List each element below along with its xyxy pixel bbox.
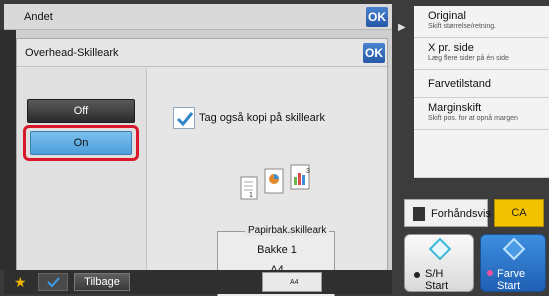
settings-menu: Original Skift størrelse/retning. X pr. … (414, 6, 549, 178)
menu-item-color-mode[interactable]: Farvetilstand (414, 70, 549, 98)
preview-button[interactable]: Forhåndsvis (404, 199, 491, 227)
color-start-button[interactable]: Farve Start (480, 234, 546, 292)
dialog-title: Overhead-Skilleark (25, 47, 119, 59)
backdrop-strip (0, 30, 16, 270)
check-icon (47, 277, 60, 288)
menu-item-margin-shift[interactable]: Marginskift Skift pos. for at opnå marge… (414, 98, 549, 130)
menu-item-title: X pr. side (428, 42, 474, 54)
color-dot-icon (487, 270, 493, 276)
star-icon[interactable]: ★ (14, 274, 27, 291)
paper-size-mini: A4 (290, 279, 299, 286)
bw-start-line2: Start (425, 280, 449, 292)
other-window-titlebar: Andet (4, 4, 392, 30)
check-button[interactable] (38, 273, 68, 291)
color-start-line1: Farve (497, 268, 526, 280)
menu-item-subtitle: Skift størrelse/retning. (428, 23, 497, 30)
bw-start-line1: S/H (425, 268, 444, 280)
copy-on-separator-checkbox[interactable] (173, 107, 195, 129)
other-window-title: Andet (24, 11, 53, 23)
dialog-titlebar: Overhead-Skilleark (17, 39, 387, 67)
clear-all-button[interactable]: CA (494, 199, 544, 227)
start-diamond-icon (502, 237, 526, 261)
bw-start-button[interactable]: S/H Start (404, 234, 474, 292)
menu-empty-area (414, 130, 549, 178)
menu-item-subtitle: Læg flere sider på én side (428, 55, 509, 62)
back-button[interactable]: Tilbage (74, 273, 130, 291)
on-button[interactable]: On (30, 131, 132, 155)
menu-item-subtitle: Skift pos. for at opnå margen (428, 115, 518, 122)
menu-item-original[interactable]: Original Skift størrelse/retning. (414, 6, 549, 38)
overhead-separator-dialog: Overhead-Skilleark OK Off On Tag også ko… (16, 38, 388, 296)
bw-dot-icon (414, 272, 420, 278)
svg-text:3: 3 (306, 168, 310, 175)
other-ok-button[interactable]: OK (366, 7, 388, 27)
menu-item-n-up[interactable]: X pr. side Læg flere sider på én side (414, 38, 549, 70)
menu-item-title: Marginskift (428, 102, 482, 114)
copy-on-separator-label: Tag også kopi på skilleark (199, 112, 325, 124)
color-start-line2: Start (497, 280, 521, 292)
start-diamond-icon (428, 237, 452, 261)
tray-line: Bakke 1 (257, 244, 297, 256)
copy-pages-icon: 1 3 (240, 164, 310, 200)
checkbox-checked-icon (176, 112, 194, 127)
preview-icon (413, 207, 425, 221)
play-arrow-icon[interactable]: ▶ (398, 22, 406, 33)
svg-text:1: 1 (249, 192, 253, 199)
dialog-ok-button[interactable]: OK (363, 43, 385, 63)
bottom-bar: ★ Tilbage A4 (4, 270, 392, 294)
paper-preview-thumbnail: A4 (262, 272, 322, 292)
preview-label: Forhåndsvis (431, 208, 491, 220)
off-button[interactable]: Off (27, 99, 135, 123)
menu-item-title: Farvetilstand (428, 78, 491, 90)
menu-item-title: Original (428, 10, 466, 22)
separator-paper-tray-legend: Papirbak.skilleark (245, 225, 330, 236)
